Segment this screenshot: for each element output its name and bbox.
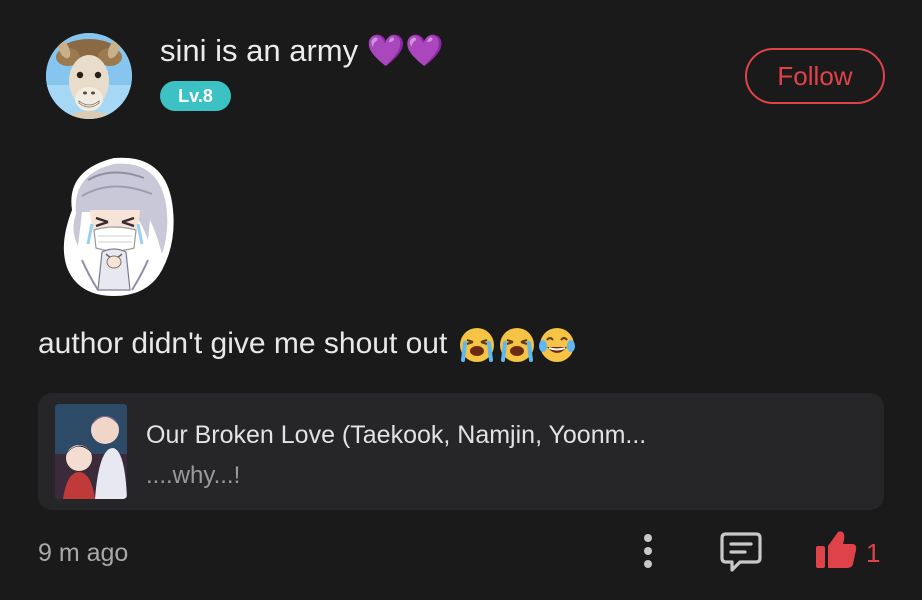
loudly-crying-face-icon [458, 326, 496, 364]
more-vertical-icon [644, 534, 652, 568]
timestamp: 9 m ago [38, 539, 129, 567]
story-title: Our Broken Love (Taekook, Namjin, Yoonm.… [146, 421, 647, 449]
loudly-crying-face-icon [498, 326, 536, 364]
comment-icon [720, 532, 762, 572]
tears-of-joy-face-icon [538, 326, 576, 364]
story-cover-image [55, 404, 127, 499]
more-options-button[interactable] [634, 531, 662, 571]
comment-post: sini is an army 💜💜 Lv.8 Follow author di… [0, 0, 922, 600]
username[interactable]: sini is an army 💜💜 [160, 30, 444, 72]
avatar[interactable] [46, 33, 132, 119]
comment-text: author didn't give me shout out [38, 322, 576, 366]
story-excerpt: ....why...! [146, 462, 241, 489]
comment-text-content: author didn't give me shout out [38, 327, 448, 360]
crying-anime-sticker [52, 150, 180, 298]
story-card[interactable]: Our Broken Love (Taekook, Namjin, Yoonm.… [38, 393, 884, 510]
alpaca-avatar-icon [46, 33, 132, 119]
like-count: 1 [866, 538, 881, 568]
thumbs-up-icon [816, 531, 857, 568]
reply-button[interactable] [718, 528, 764, 574]
follow-button[interactable]: Follow [745, 48, 885, 104]
level-badge: Lv.8 [160, 81, 231, 111]
story-cover-icon [55, 404, 127, 499]
like-button[interactable] [814, 528, 858, 572]
crying-anime-character-sticker-icon [63, 157, 174, 296]
